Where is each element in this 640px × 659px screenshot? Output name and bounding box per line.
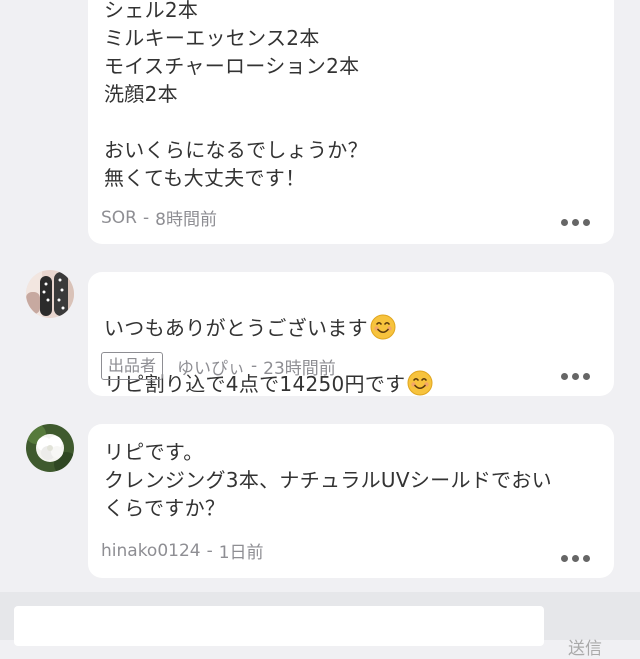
comment-time: 23時間前 <box>263 358 336 379</box>
comment-text: リピです。 クレンジング3本、ナチュラルUVシールドでおい くらですか？ <box>104 440 552 520</box>
more-horizontal-icon[interactable] <box>561 373 590 380</box>
avatar[interactable] <box>26 424 74 472</box>
comment-time: 8時間前 <box>155 210 217 230</box>
comment-line: いつもありがとうございます <box>104 314 598 342</box>
comment-input-bar: 送信 <box>0 592 640 659</box>
comment-meta: 出品者 ゆいぴぃ - 23時間前 <box>101 352 336 380</box>
comment-time: 1日前 <box>218 543 264 563</box>
comment-text: シェル2本ミルキーエッセンス2本モイスチャーローション2本 洗顔2本 おいくらにな… <box>104 0 598 192</box>
smiling-face-emoji-icon <box>407 370 433 396</box>
comment-line: モイスチャーローション2本 <box>104 54 360 78</box>
send-button[interactable]: 送信 <box>568 634 602 659</box>
smiling-face-emoji-icon <box>370 314 396 340</box>
comment-author[interactable]: SOR <box>101 208 137 228</box>
meta-separator: - <box>251 356 258 376</box>
comment-input[interactable] <box>14 606 544 646</box>
comment-meta: SOR - 8時間前 <box>101 205 217 231</box>
comment-line <box>104 108 598 136</box>
more-horizontal-icon[interactable] <box>561 555 590 562</box>
meta-separator: - <box>206 540 213 561</box>
comment-line: ミルキーエッセンス2本 <box>104 26 320 50</box>
comment-feed: シェル2本ミルキーエッセンス2本モイスチャーローション2本 洗顔2本 おいくらにな… <box>0 0 640 592</box>
comment-line: シェル2本 <box>104 0 199 22</box>
comment-line: 洗顔2本 <box>104 82 178 106</box>
comment-text: いつもありがとうございます リピ割り込で4点で14250円です <box>104 272 598 426</box>
comment-author[interactable]: hinako0124 <box>101 541 201 561</box>
comment-bubble: シェル2本ミルキーエッセンス2本モイスチャーローション2本 洗顔2本 おいくらにな… <box>88 0 614 244</box>
comment-bubble: リピです。 クレンジング3本、ナチュラルUVシールドでおい くらですか？ hin… <box>88 424 614 578</box>
comment-line: おいくらになるでしょうか？ <box>104 138 368 162</box>
more-horizontal-icon[interactable] <box>561 219 590 226</box>
comment-author[interactable]: ゆいぴぃ <box>177 354 245 379</box>
comment-meta: hinako0124 - 1日前 <box>101 538 264 564</box>
seller-badge: 出品者 <box>101 352 164 380</box>
comment-bubble: いつもありがとうございます リピ割り込で4点で14250円です 出品者 ゆいぴぃ… <box>88 272 614 396</box>
meta-separator: - <box>142 207 150 228</box>
avatar[interactable] <box>26 270 74 318</box>
comment-line: 無くても大丈夫です！ <box>104 166 306 190</box>
